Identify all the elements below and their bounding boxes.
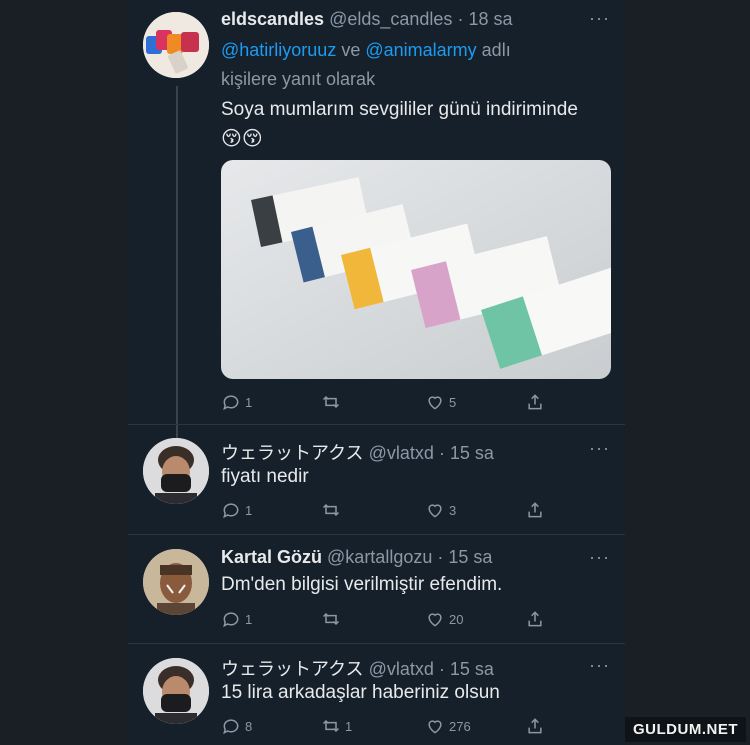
avatar[interactable] <box>143 549 209 615</box>
timestamp[interactable]: 15 sa <box>448 547 492 567</box>
reply-suffix: adlı <box>481 40 511 60</box>
reply-joiner: ve <box>341 40 361 60</box>
heart-icon <box>428 613 442 627</box>
avatar[interactable] <box>143 658 209 724</box>
retweet-icon <box>322 719 340 733</box>
share-icon <box>528 718 542 734</box>
mention-link[interactable]: @hatirliyoruuz <box>221 40 336 60</box>
tweet-media-image[interactable] <box>221 160 611 379</box>
retweet-button[interactable]: 1 <box>321 716 352 736</box>
retweet-icon <box>322 612 340 626</box>
more-options-button[interactable]: ··· <box>589 547 610 568</box>
share-button[interactable] <box>525 716 545 736</box>
heart-icon <box>428 504 442 518</box>
action-bar: 8 1 276 <box>221 716 611 740</box>
tweet-text: Dm'den bilgisi verilmiştir efendim. <box>221 574 503 595</box>
more-options-button[interactable]: ··· <box>589 8 610 29</box>
reply-icon <box>223 395 239 411</box>
share-button[interactable] <box>525 500 545 520</box>
action-bar: 1 3 <box>221 500 611 524</box>
more-options-button[interactable]: ··· <box>589 655 610 676</box>
avatar[interactable] <box>143 12 209 78</box>
thread-line <box>176 86 178 438</box>
reply-button[interactable]: 1 <box>221 609 252 629</box>
tweet-emojis: 😚😚 <box>221 128 263 150</box>
action-bar: 1 20 <box>221 609 611 633</box>
author-name[interactable]: eldscandles <box>221 9 324 29</box>
mention-link[interactable]: @animalarmy <box>365 40 476 60</box>
timestamp[interactable]: 15 sa <box>450 659 494 679</box>
tweet-divider <box>128 534 625 535</box>
like-count: 20 <box>449 611 464 627</box>
site-watermark: GULDUM.NET <box>625 717 746 742</box>
reply-count: 1 <box>245 394 253 410</box>
reply-button[interactable]: 1 <box>221 392 252 412</box>
tweet-divider <box>128 643 625 644</box>
tweet-text: fiyatı nedir <box>221 466 309 487</box>
retweet-icon <box>322 395 340 409</box>
like-button[interactable]: 3 <box>425 500 456 520</box>
reply-count: 1 <box>245 502 253 518</box>
separator-dot: · <box>437 547 444 567</box>
tweet-text: 15 lira arkadaşlar haberiniz olsun <box>221 682 500 703</box>
timestamp[interactable]: 18 sa <box>468 9 512 29</box>
heart-icon <box>428 720 442 734</box>
reply-context-line2: kişilere yanıt olarak <box>221 69 376 89</box>
author-name[interactable]: ウェラットアクス <box>221 443 364 463</box>
share-icon <box>528 611 542 627</box>
like-button[interactable]: 20 <box>425 609 463 629</box>
retweet-icon <box>322 503 340 517</box>
reply-icon <box>223 612 239 628</box>
separator-dot: · <box>438 443 445 463</box>
reply-button[interactable]: 8 <box>221 716 252 736</box>
retweet-button[interactable] <box>321 392 345 412</box>
reply-context: @hatirliyoruuz ve @animalarmy adlı kişil… <box>221 36 511 94</box>
reply-count: 8 <box>245 718 253 734</box>
tweet-text: Soya mumlarım sevgililer günü indirimind… <box>221 99 578 120</box>
share-button[interactable] <box>525 609 545 629</box>
retweet-count: 1 <box>345 718 353 734</box>
like-button[interactable]: 276 <box>425 716 471 736</box>
like-count: 3 <box>449 502 457 518</box>
author-name[interactable]: Kartal Gözü <box>221 547 322 567</box>
tweet-divider <box>128 424 625 425</box>
author-name[interactable]: ウェラットアクス <box>221 659 364 679</box>
retweet-button[interactable] <box>321 609 345 629</box>
reply-button[interactable]: 1 <box>221 500 252 520</box>
heart-icon <box>428 396 442 410</box>
like-count: 5 <box>449 394 457 410</box>
share-icon <box>528 394 542 410</box>
more-options-button[interactable]: ··· <box>589 438 610 459</box>
separator-dot: · <box>438 659 445 679</box>
share-button[interactable] <box>525 392 545 412</box>
action-bar: 1 5 <box>221 392 611 416</box>
author-handle[interactable]: @vlatxd <box>369 443 434 463</box>
author-handle[interactable]: @vlatxd <box>369 659 434 679</box>
reply-icon <box>223 503 239 519</box>
timestamp[interactable]: 15 sa <box>450 443 494 463</box>
retweet-button[interactable] <box>321 500 345 520</box>
share-icon <box>528 502 542 518</box>
avatar[interactable] <box>143 438 209 504</box>
like-button[interactable]: 5 <box>425 392 456 412</box>
author-handle[interactable]: @elds_candles <box>329 9 452 29</box>
separator-dot: · <box>457 9 464 29</box>
reply-icon <box>223 719 239 735</box>
like-count: 276 <box>449 718 471 734</box>
author-handle[interactable]: @kartallgozu <box>327 547 432 567</box>
reply-count: 1 <box>245 611 253 627</box>
